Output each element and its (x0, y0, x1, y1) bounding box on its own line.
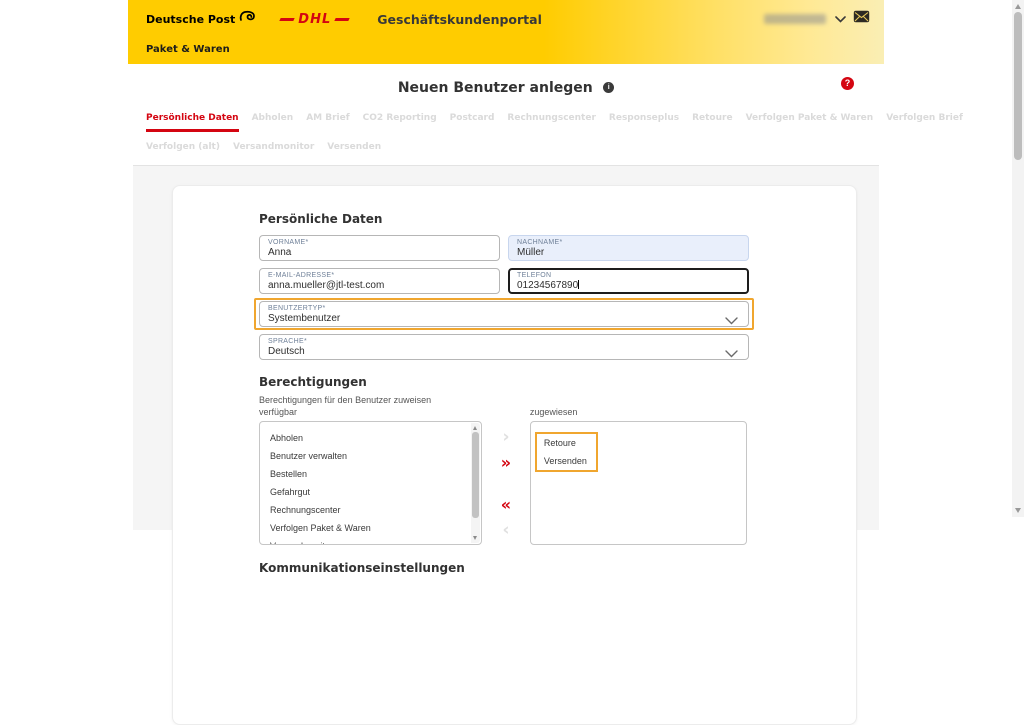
site-column: Deutsche Post DHL Geschäftskundenportal … (128, 0, 963, 725)
add-all-button[interactable]: » (501, 455, 511, 471)
tutorial-highlight-assigned: Retoure Versenden (534, 432, 598, 472)
available-list-label: verfügbar (259, 407, 298, 417)
scroll-down-icon[interactable] (1015, 508, 1021, 513)
dhl-logo-bar (279, 17, 295, 21)
text-cursor (578, 280, 580, 289)
dhl-logo[interactable]: DHL (279, 11, 350, 27)
tab-responseplus[interactable]: Responseplus (609, 113, 679, 129)
scroll-up-icon[interactable] (473, 426, 478, 430)
tab-versenden[interactable]: Versenden (327, 142, 381, 158)
scroll-up-icon[interactable] (1015, 4, 1021, 9)
list-item[interactable]: Versandmonitor (260, 537, 481, 544)
list-scrollbar[interactable] (471, 423, 481, 543)
list-item[interactable]: Gefahrgut (260, 483, 481, 501)
info-icon[interactable]: i (603, 82, 615, 94)
permissions-subtitle: Berechtigungen für den Benutzer zuweisen (259, 395, 432, 405)
help-icon[interactable]: ? (841, 77, 854, 90)
email-value: anna.mueller@jtl-test.com (268, 280, 385, 291)
list-item[interactable]: Verfolgen Paket & Waren (260, 519, 481, 537)
user-menu-chevron-down-icon[interactable] (835, 15, 846, 23)
benutzertyp-label: BENUTZERTYP* (268, 305, 326, 312)
vorname-field[interactable]: VORNAME* Anna (259, 235, 500, 261)
header: Deutsche Post DHL Geschäftskundenportal … (128, 0, 884, 64)
deutsche-post-wordmark: Deutsche Post (146, 12, 236, 26)
email-label: E-MAIL-ADRESSE* (268, 272, 335, 279)
email-field[interactable]: E-MAIL-ADRESSE* anna.mueller@jtl-test.co… (259, 268, 500, 294)
user-name-redacted[interactable] (764, 14, 826, 24)
page-title: Neuen Benutzer anlegen (397, 79, 593, 96)
tab-verfolgen-brief[interactable]: Verfolgen Brief (886, 113, 963, 129)
dhl-logo-bar (334, 17, 350, 21)
list-item[interactable]: Abholen (260, 429, 481, 447)
permissions-section: Berechtigungen Berechtigungen für den Be… (259, 375, 747, 545)
tab-retoure[interactable]: Retoure (692, 113, 732, 129)
chevron-down-icon (725, 345, 738, 363)
available-permissions-list[interactable]: Abholen Benutzer verwalten Bestellen Gef… (259, 421, 483, 545)
nachname-label: NACHNAME* (517, 239, 563, 246)
vorname-label: VORNAME* (268, 239, 309, 246)
section-title-berechtigungen: Berechtigungen (259, 375, 367, 389)
browser-scrollbar[interactable] (1012, 0, 1024, 517)
list-item[interactable]: Rechnungscenter (260, 501, 481, 519)
nachname-value: Müller (517, 247, 545, 258)
title-band: Neuen Benutzer anlegen i ? Persönliche D… (128, 64, 963, 166)
remove-selected-button[interactable]: ‹ (502, 522, 509, 539)
tab-rechnungscenter[interactable]: Rechnungscenter (507, 113, 596, 129)
telefon-field[interactable]: TELEFON 01234567890 (508, 268, 749, 294)
form-card: Persönliche Daten VORNAME* Anna NACHNAME… (172, 185, 857, 725)
assigned-permissions-list[interactable]: Retoure Versenden (529, 421, 747, 545)
list-item[interactable]: Bestellen (260, 465, 481, 483)
scrollbar-thumb[interactable] (472, 432, 480, 518)
portal-title: Geschäftskundenportal (377, 11, 542, 27)
tab-am-brief[interactable]: AM Brief (306, 113, 349, 129)
sprache-select[interactable]: SPRACHE* Deutsch (259, 334, 749, 360)
list-item[interactable]: Versenden (537, 452, 596, 470)
posthorn-icon (239, 10, 256, 28)
tab-persoenliche-daten[interactable]: Persönliche Daten (146, 113, 239, 132)
nav-paket-und-waren[interactable]: Paket & Waren (146, 44, 230, 55)
telefon-label: TELEFON (517, 272, 552, 279)
list-item[interactable]: Benutzer verwalten (260, 447, 481, 465)
tab-bar: Persönliche Daten Abholen AM Brief CO2 R… (146, 113, 963, 158)
nachname-field[interactable]: NACHNAME* Müller (508, 235, 749, 261)
sprache-value: Deutsch (268, 346, 305, 357)
tabs-divider (133, 165, 879, 166)
scrollbar-thumb[interactable] (1014, 12, 1022, 160)
dhl-wordmark: DHL (298, 11, 332, 27)
deutsche-post-logo[interactable]: Deutsche Post (146, 10, 256, 28)
tab-versandmonitor[interactable]: Versandmonitor (233, 142, 314, 158)
transfer-buttons: › » « ‹ (482, 407, 530, 545)
tab-postcard[interactable]: Postcard (450, 113, 495, 129)
chevron-down-icon (725, 312, 738, 330)
main-area: Persönliche Daten VORNAME* Anna NACHNAME… (133, 166, 879, 725)
assigned-list-label: zugewiesen (529, 407, 578, 417)
benutzertyp-value: Systembenutzer (268, 313, 341, 324)
section-title-persoenliche-daten: Persönliche Daten (259, 212, 383, 226)
add-selected-button[interactable]: › (502, 429, 509, 446)
remove-all-button[interactable]: « (501, 497, 511, 513)
vorname-value: Anna (268, 247, 292, 258)
tab-co2-reporting[interactable]: CO2 Reporting (363, 113, 437, 129)
tab-abholen[interactable]: Abholen (252, 113, 294, 129)
benutzertyp-select[interactable]: BENUTZERTYP* Systembenutzer (259, 301, 749, 327)
tab-verfolgen-paket-waren[interactable]: Verfolgen Paket & Waren (746, 113, 874, 129)
list-item[interactable]: Retoure (537, 434, 596, 452)
section-title-kommunikationseinstellungen: Kommunikationseinstellungen (259, 561, 465, 575)
telefon-value: 01234567890 (517, 280, 579, 291)
sprache-label: SPRACHE* (268, 338, 307, 345)
mail-envelope-icon[interactable] (853, 10, 870, 28)
tab-verfolgen-alt[interactable]: Verfolgen (alt) (146, 142, 220, 158)
personal-data-fields: VORNAME* Anna NACHNAME* Müller E-MAIL-AD… (254, 235, 754, 360)
scroll-down-icon[interactable] (473, 536, 478, 540)
